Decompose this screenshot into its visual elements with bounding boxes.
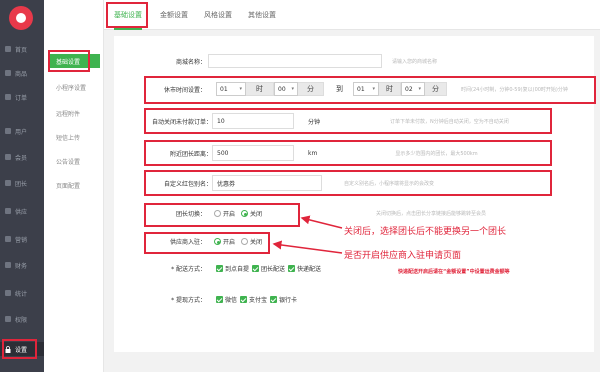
distance-hint: 显示多少范围内的团长，最大500km [395,150,478,157]
rest-time-label: 休市时间设置： [163,86,206,94]
sidebar-item-users[interactable]: 用户 [0,124,44,138]
withdraw-wechat-checkbox[interactable]: 微信 [216,295,237,304]
supplier-on-radio[interactable]: 开启 [214,237,235,246]
sidebar-item-supply[interactable]: 供应 [0,204,44,218]
start-hour-select[interactable]: 01 ▾ [216,82,246,96]
chevron-down-icon: ▾ [418,86,421,92]
stats-icon [5,290,11,296]
sidebar-item-stats[interactable]: 统计 [0,286,44,300]
express-annotation: 快递配送开启后请在“金额设置”中设置运费金额等 [398,269,510,275]
delivery-label: * 配送方式： [171,266,206,273]
start-min-select[interactable]: 00 ▾ [274,82,298,96]
sidebar-item-goods[interactable]: 商品 [0,66,44,80]
chevron-down-icon: ▾ [239,86,242,92]
sidebar-item-finance[interactable]: 财务 [0,258,44,272]
sidebar-item-home[interactable]: 首页 [0,42,44,56]
sub-item-page-config[interactable]: 页面配置 [50,178,100,192]
home-icon [5,46,11,52]
alias-row: 自定义红包别名： 优惠券 自定义别名后，小程序端将显示的会改变 [146,175,434,191]
end-min-select[interactable]: 02 ▾ [401,82,425,96]
sub-item-notice[interactable]: 公告设置 [50,154,100,168]
withdraw-row: * 提现方式： 微信 支付宝 银行卡 [146,295,300,304]
distance-label: 附近团长距离： [169,150,212,158]
alias-hint: 自定义别名后，小程序端将显示的会改变 [344,180,435,187]
sidebar-item-leaders[interactable]: 团长 [0,176,44,190]
hour-unit-2: 时 [379,82,401,96]
rest-time-hint: 时间(24小时制，分钟0-59)复以(00时开始)分钟 [461,86,568,93]
order-icon [5,94,11,100]
permission-icon [5,316,11,322]
sub-item-remote-attachment[interactable]: 远程附件 [50,106,100,120]
sub-item-miniprogram[interactable]: 小程序设置 [50,80,100,94]
highlight-tab-box [106,2,148,28]
app-logo [9,6,33,30]
auto-close-input[interactable]: 10 [212,113,294,129]
end-hour-select[interactable]: 01 ▾ [353,82,379,96]
hour-unit: 时 [246,82,274,96]
supplier-row: 供应商入驻： 开启 关闭 [146,237,268,246]
auto-close-unit: 分钟 [308,118,321,126]
tab-amount-settings[interactable]: 金额设置 [160,0,188,30]
supplier-off-radio[interactable]: 关闭 [241,237,262,246]
top-tabs: 基础设置 金额设置 风格设置 其他设置 [104,0,600,30]
shop-name-hint: 请输入您的商城名称 [392,58,438,65]
user-icon [5,128,11,134]
withdraw-label: * 提现方式： [171,297,206,304]
main-sidebar: 首页 商品 订单 用户 会员 团长 供应 营销 财务 统计 权限 设置 [0,0,44,372]
distance-row: 附近团长距离： 500 km 显示多少范围内的团长，最大500km [146,145,478,161]
distance-unit: km [308,149,318,157]
finance-icon [5,262,11,268]
highlight-basic-settings-box [48,50,90,72]
leader-switch-on-radio[interactable]: 开启 [214,209,235,218]
shop-name-input[interactable] [208,54,382,68]
shop-name-label: 商城名称： [175,58,206,66]
tab-style-settings[interactable]: 风格设置 [204,0,232,30]
leader-switch-label: 团长切换： [175,211,206,218]
sidebar-item-permissions[interactable]: 权限 [0,312,44,326]
leader-switch-row: 团长切换： 开启 关闭 关闭切换后，点击团长分享链接后能够跳转至会员 [146,209,486,218]
auto-close-hint: 订单下单未付款，N分钟后自动关闭，空为不自动关闭 [390,118,509,125]
delivery-express-checkbox[interactable]: 快递配送 [288,264,321,273]
rest-time-row: 休市时间设置： 01 ▾ 时 00 ▾ 分 到 01 ▾ 时 02 ▾ 分 时间(24小… [150,82,568,96]
delivery-row: * 配送方式： 到点自提 团长配送 快递配送 [146,264,324,273]
min-unit: 分 [298,82,324,96]
member-icon [5,154,11,160]
goods-icon [5,70,11,76]
alias-input[interactable]: 优惠券 [212,175,322,191]
shop-name-row: 商城名称： 请输入您的商城名称 [150,54,437,68]
sidebar-item-marketing[interactable]: 营销 [0,232,44,246]
tab-other-settings[interactable]: 其他设置 [248,0,276,30]
sub-item-sms-upload[interactable]: 短信上传 [50,130,100,144]
withdraw-alipay-checkbox[interactable]: 支付宝 [240,295,267,304]
min-unit-2: 分 [425,82,447,96]
leader-annotation: 关闭后，选择团长后不能更换另一个团长 [344,227,507,237]
supplier-annotation: 是否开启供应商入驻申请页面 [344,251,462,261]
leader-switch-off-radio[interactable]: 关闭 [241,209,262,218]
to-label: 到 [336,85,343,93]
withdraw-bank-checkbox[interactable]: 银行卡 [270,295,297,304]
supply-icon [5,208,11,214]
leader-switch-hint: 关闭切换后，点击团长分享链接后能够跳转至会员 [376,211,487,217]
auto-close-label: 自动关闭未付款订单： [151,118,212,126]
leader-icon [5,180,11,186]
auto-close-row: 自动关闭未付款订单： 10 分钟 订单下单未付款，N分钟后自动关闭，空为不自动关… [146,113,509,129]
delivery-leader-checkbox[interactable]: 团长配送 [252,264,285,273]
distance-input[interactable]: 500 [212,145,294,161]
marketing-icon [5,236,11,242]
sidebar-item-orders[interactable]: 订单 [0,90,44,104]
chevron-down-icon: ▾ [291,86,294,92]
highlight-settings-box [2,339,37,359]
chevron-down-icon: ▾ [372,86,375,92]
alias-label: 自定义红包别名： [163,180,212,188]
supplier-label: 供应商入驻： [169,239,206,246]
delivery-pickup-checkbox[interactable]: 到点自提 [216,264,249,273]
sidebar-item-members[interactable]: 会员 [0,150,44,164]
